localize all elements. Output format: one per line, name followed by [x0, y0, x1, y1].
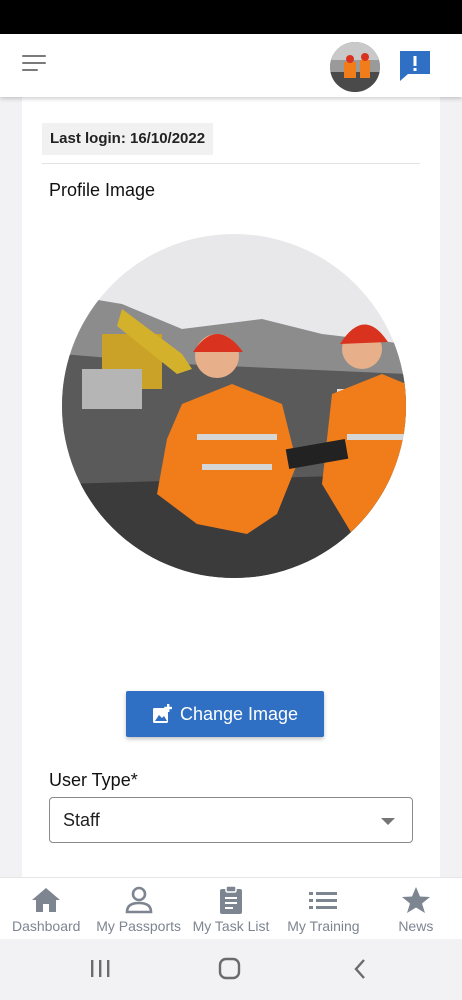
profile-card: Last login: 16/10/2022 Profile Image Cha…: [22, 97, 440, 887]
nav-my-task-list[interactable]: My Task List: [185, 878, 277, 939]
divider: [42, 163, 420, 164]
clipboard-icon: [216, 886, 246, 914]
user-type-select[interactable]: Staff: [49, 797, 413, 843]
back-icon[interactable]: [346, 957, 376, 981]
list-icon: [308, 886, 338, 914]
system-nav-bar: [0, 939, 462, 1000]
nav-label: My Training: [287, 918, 360, 934]
user-type-label: User Type*: [49, 770, 138, 790]
profile-photo: [62, 234, 406, 578]
add-photo-icon: [152, 704, 172, 723]
avatar[interactable]: [330, 42, 380, 92]
status-bar: [0, 0, 462, 34]
home-icon: [31, 886, 61, 914]
person-icon: [124, 886, 154, 914]
app-header: [0, 34, 462, 97]
change-image-label: Change Image: [179, 703, 299, 724]
nav-label: My Passports: [96, 918, 182, 934]
recent-apps-icon[interactable]: [86, 957, 116, 981]
alert-icon[interactable]: [397, 48, 433, 84]
nav-news[interactable]: News: [370, 878, 462, 939]
user-type-value: Staff: [63, 810, 100, 830]
star-icon: [401, 886, 431, 914]
nav-dashboard[interactable]: Dashboard: [0, 878, 92, 939]
nav-my-passports[interactable]: My Passports: [92, 878, 184, 939]
change-image-button[interactable]: Change Image: [126, 691, 324, 737]
home-button-icon[interactable]: [215, 957, 245, 981]
last-login-badge: Last login: 16/10/2022: [42, 123, 214, 155]
nav-label: News: [398, 918, 434, 934]
profile-image-title: Profile Image: [49, 180, 156, 200]
bottom-nav: Dashboard My Passports My Task List My T…: [0, 877, 462, 939]
nav-my-training[interactable]: My Training: [277, 878, 369, 939]
chevron-down-icon: [381, 818, 395, 825]
nav-label: Dashboard: [11, 918, 81, 934]
menu-icon[interactable]: [22, 52, 50, 74]
nav-label: My Task List: [192, 918, 270, 934]
